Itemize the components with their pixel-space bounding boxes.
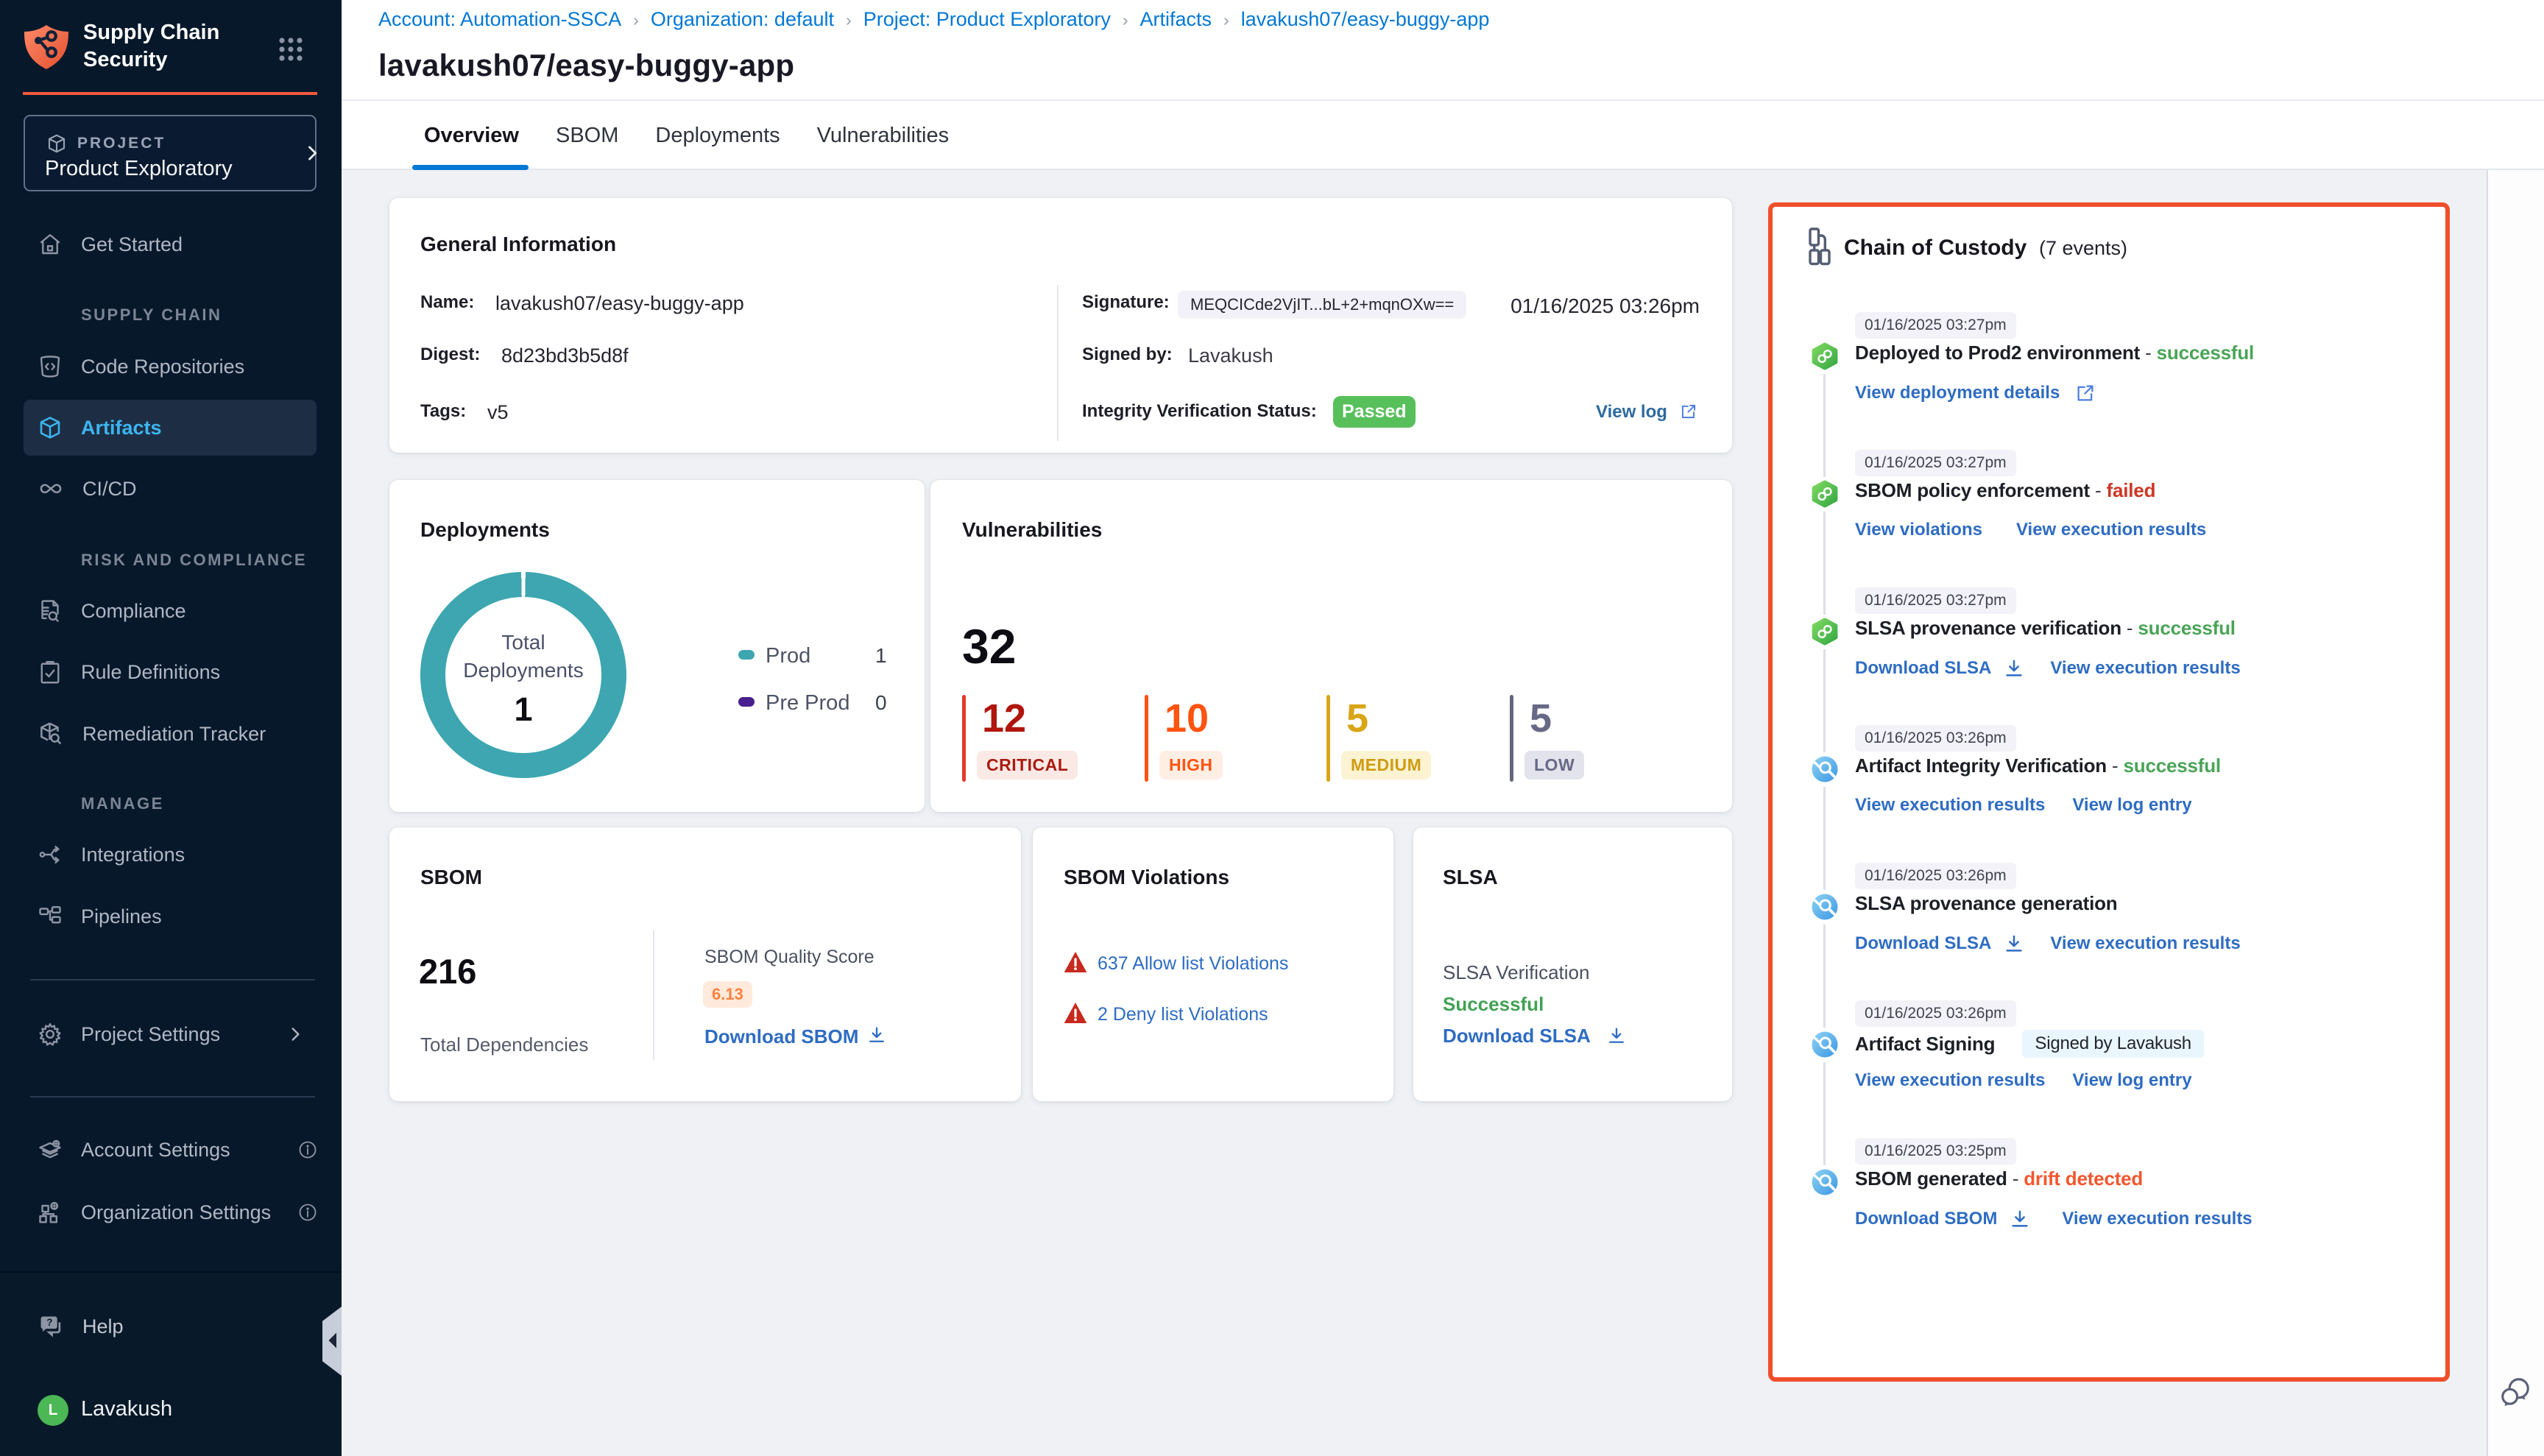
svg-text:?: ? <box>46 1317 52 1328</box>
